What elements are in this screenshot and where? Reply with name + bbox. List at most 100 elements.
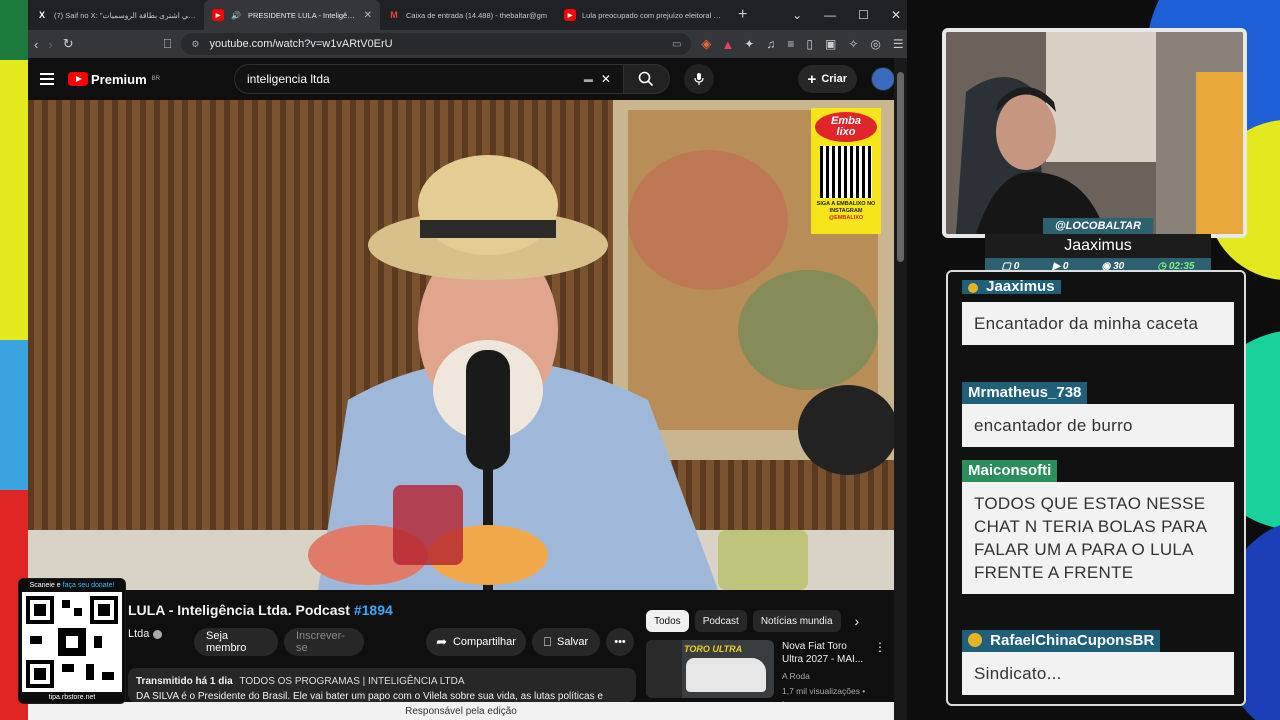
search-icon bbox=[639, 71, 654, 87]
chat-message: RafaelChinaCuponsBR Sindicato... bbox=[962, 630, 1234, 695]
vpn-icon[interactable]: ◎ bbox=[870, 37, 880, 51]
chips-next-icon[interactable]: › bbox=[847, 610, 868, 632]
thumbnail-text: TORO ULTRA bbox=[684, 644, 743, 654]
recommended-video[interactable]: TORO ULTRA Nova Fiat Toro Ultra 2027 - M… bbox=[646, 640, 886, 711]
speaker-icon[interactable]: 🔊 bbox=[230, 9, 242, 21]
donate-qr-code-icon bbox=[22, 592, 122, 692]
reload-icon[interactable]: ↻ bbox=[63, 36, 74, 52]
donate-url: tipa.rbstore.net bbox=[48, 694, 96, 701]
brave-shield-icon[interactable]: ◈ bbox=[701, 36, 711, 52]
back-icon[interactable]: ‹ bbox=[34, 37, 38, 52]
account-avatar[interactable] bbox=[871, 67, 895, 91]
qr-code-icon bbox=[820, 146, 872, 198]
stream-scene: X (7) Saif no X: "روسي اشترى بطاقة الروس… bbox=[0, 0, 1280, 720]
recommended-info: Nova Fiat Toro Ultra 2027 - MAI... A Rod… bbox=[782, 640, 866, 711]
create-button[interactable]: + Criar bbox=[797, 65, 857, 93]
maximize-icon[interactable]: ☐ bbox=[858, 8, 869, 22]
sidebar-icon[interactable]: ▯ bbox=[806, 37, 813, 51]
chat-username: Jaaximus bbox=[962, 280, 1061, 294]
wallet-icon[interactable]: ▣ bbox=[825, 37, 836, 51]
tab-title: PRESIDENTE LULA - Inteligência Lt bbox=[248, 10, 358, 20]
close-tab-icon[interactable]: ✕ bbox=[364, 10, 372, 21]
channel-name[interactable]: Ltda bbox=[128, 628, 163, 640]
search-button[interactable] bbox=[623, 64, 670, 94]
keyboard-icon[interactable]: ▬ bbox=[584, 74, 593, 84]
browser-window: X (7) Saif no X: "روسي اشترى بطاقة الروس… bbox=[28, 0, 907, 720]
verified-icon bbox=[153, 629, 163, 639]
tab-search-icon[interactable]: ⌄ bbox=[792, 8, 802, 22]
video-frame bbox=[28, 100, 894, 590]
tab-title: Caixa de entrada (14.488) - thebaltar@gm bbox=[406, 10, 548, 20]
address-toolbar: ‹ › ↻ ⎕ ⚙ youtube.com/watch?v=w1vARtV0Er… bbox=[28, 30, 907, 58]
video-title: LULA - Inteligência Ltda. Podcast #1894 bbox=[128, 602, 393, 618]
url-text: youtube.com/watch?v=w1vARtV0ErU bbox=[209, 38, 393, 50]
more-icon: ••• bbox=[614, 636, 626, 648]
tab-gmail[interactable]: M Caixa de entrada (14.488) - thebaltar@… bbox=[380, 0, 556, 30]
logo-region: BR bbox=[151, 76, 160, 82]
chat-username: RafaelChinaCuponsBR bbox=[962, 630, 1161, 652]
clear-search-icon[interactable]: ✕ bbox=[601, 72, 611, 86]
streamer-handle: @LOCOBALTAR bbox=[1043, 218, 1153, 234]
reading-list-icon[interactable]: ≡ bbox=[787, 37, 794, 51]
scrollbar[interactable] bbox=[894, 58, 907, 720]
brave-rewards-icon[interactable]: ▲ bbox=[721, 37, 734, 52]
video-details: LULA - Inteligência Ltda. Podcast #1894 … bbox=[28, 592, 894, 709]
ad-handle: @EMBALIXO bbox=[828, 215, 864, 221]
bookmark-icon[interactable]: ⎕ bbox=[164, 36, 172, 52]
description-box[interactable]: Transmitido há 1 dia TODOS OS PROGRAMAS … bbox=[128, 668, 636, 702]
subscribe-button[interactable]: Inscrever-se bbox=[284, 628, 364, 656]
recommended-title: Nova Fiat Toro Ultra 2027 - MAI... bbox=[782, 641, 864, 665]
description-tags[interactable]: TODOS OS PROGRAMAS | INTELIGÊNCIA LTDA bbox=[239, 676, 464, 687]
chat-text: encantador de burro bbox=[962, 404, 1234, 447]
leo-icon[interactable]: ✧ bbox=[848, 37, 858, 51]
extensions-icon[interactable]: ✦ bbox=[744, 37, 754, 51]
tab-youtube-active[interactable]: ▶ 🔊 PRESIDENTE LULA - Inteligência Lt ✕ bbox=[204, 0, 380, 30]
hamburger-menu-icon[interactable] bbox=[40, 73, 54, 85]
share-button[interactable]: ➦ Compartilhar bbox=[426, 628, 526, 656]
related-filter-chips: Todos Podcast Notícias mundia › bbox=[646, 610, 867, 632]
chat-panel: Jaaximus Encantador da minha caceta Mrma… bbox=[946, 270, 1246, 706]
gmail-icon: M bbox=[390, 10, 398, 20]
join-button[interactable]: Seja membro bbox=[194, 628, 278, 656]
close-window-icon[interactable]: ✕ bbox=[891, 8, 901, 22]
new-tab-button[interactable]: + bbox=[738, 6, 747, 24]
chip-world-news[interactable]: Notícias mundia bbox=[752, 610, 841, 632]
search-input[interactable]: inteligencia ltda ▬ ✕ bbox=[233, 64, 624, 94]
cast-icon[interactable]: ▭ bbox=[672, 39, 681, 50]
youtube-premium-logo[interactable]: Premium BR bbox=[68, 72, 160, 87]
streamer-nickname: Jaaximus bbox=[985, 234, 1211, 258]
save-button[interactable]: ⎕ Salvar bbox=[532, 628, 600, 656]
more-actions-button[interactable]: ••• bbox=[606, 628, 634, 656]
recommended-channel: A Roda bbox=[782, 671, 810, 681]
sub-badge-icon bbox=[968, 633, 982, 647]
youtube-header: Premium BR inteligencia ltda ▬ ✕ + Criar bbox=[28, 58, 907, 100]
youtube-icon: ▶ bbox=[564, 9, 576, 21]
tab-x[interactable]: X (7) Saif no X: "روسي اشترى بطاقة الروس… bbox=[28, 0, 204, 30]
url-bar[interactable]: ⚙ youtube.com/watch?v=w1vARtV0ErU ▭ bbox=[181, 33, 692, 55]
chip-all[interactable]: Todos bbox=[646, 610, 689, 632]
youtube-icon: ▶ bbox=[212, 9, 224, 21]
window-controls: ⌄ — ☐ ✕ bbox=[792, 0, 901, 30]
hashtag-link[interactable]: #1894 bbox=[354, 602, 393, 618]
chat-text: Encantador da minha caceta bbox=[962, 302, 1234, 345]
webcam-nameplate: @LOCOBALTAR Jaaximus ▢ 0 ▶ 0 ◉ 30 ◷ 02:3… bbox=[985, 218, 1211, 274]
chat-message: Mrmatheus_738 encantador de burro bbox=[962, 382, 1234, 447]
tab-youtube-2[interactable]: ▶ Lula preocupado com prejuízo eleitoral… bbox=[556, 0, 732, 30]
minimize-icon[interactable]: — bbox=[824, 8, 836, 22]
chat-message: Jaaximus Encantador da minha caceta bbox=[962, 280, 1234, 345]
webcam-feed bbox=[942, 28, 1247, 238]
recommended-menu-icon[interactable]: ⋮ bbox=[874, 640, 886, 711]
site-info-icon[interactable]: ⚙ bbox=[191, 39, 199, 50]
media-icon[interactable]: ♫ bbox=[766, 37, 775, 51]
tab-title: (7) Saif no X: "روسي اشترى بطاقة الروسمي… bbox=[54, 10, 196, 20]
youtube-play-icon bbox=[68, 72, 88, 86]
menu-icon[interactable]: ☰ bbox=[893, 37, 904, 51]
forward-icon[interactable]: › bbox=[48, 37, 52, 52]
recommended-thumbnail[interactable]: TORO ULTRA bbox=[646, 640, 774, 698]
video-player[interactable]: Emba lixo SIGA A EMBALIXO NO INSTAGRAM @… bbox=[28, 100, 894, 590]
chip-podcast[interactable]: Podcast bbox=[694, 610, 747, 632]
scrollbar-thumb[interactable] bbox=[897, 72, 904, 262]
description-text: DA SILVA é o Presidente do Brasil. Ele v… bbox=[136, 691, 603, 702]
x-logo-icon: X bbox=[38, 10, 45, 20]
voice-search-button[interactable] bbox=[683, 64, 714, 94]
